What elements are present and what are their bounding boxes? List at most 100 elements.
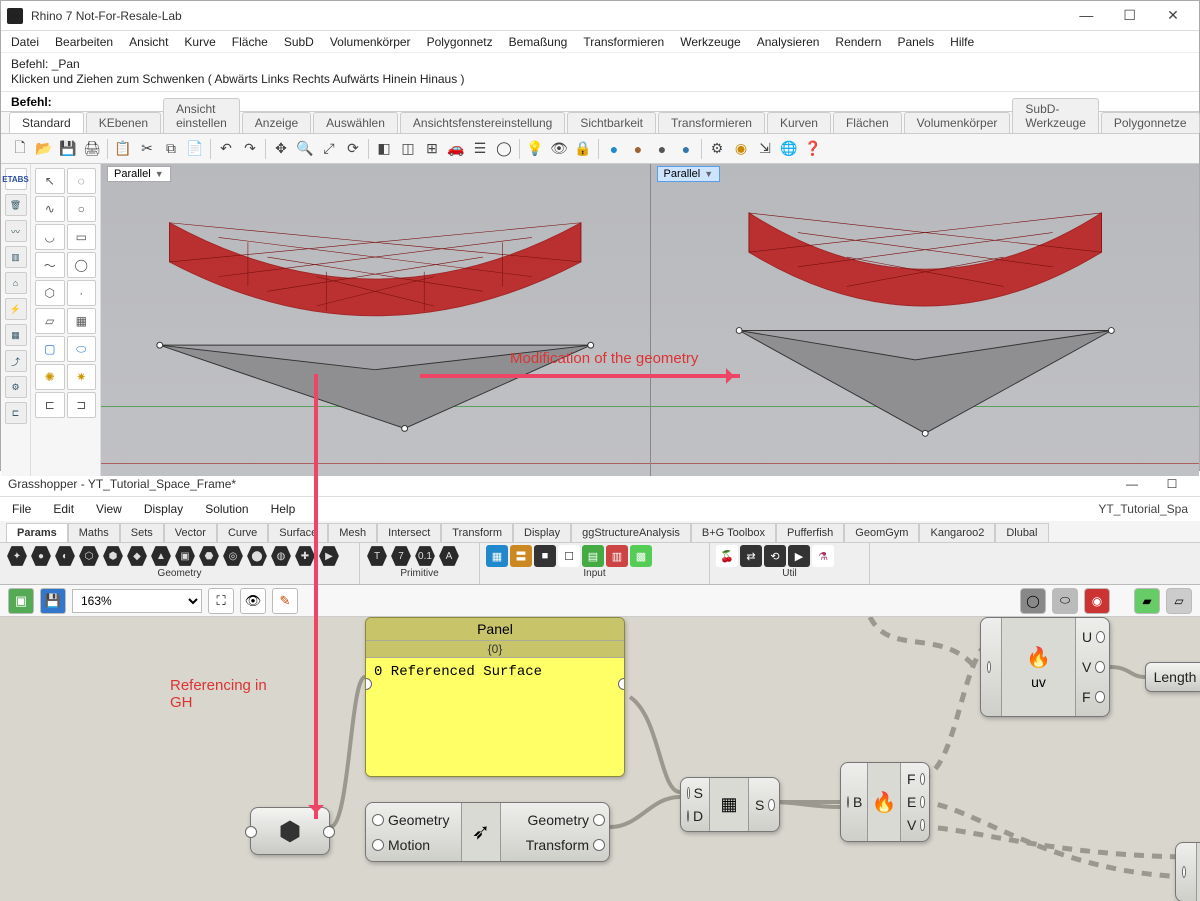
display-shaded-icon[interactable]: ⬭ [1052, 588, 1078, 614]
gh-tab-mesh[interactable]: Mesh [328, 523, 377, 542]
cut-icon[interactable]: ✂ [136, 138, 158, 160]
gh-maximize-button[interactable]: ☐ [1152, 477, 1192, 491]
new-icon[interactable]: 🗋 [9, 138, 31, 160]
brep-out-f[interactable]: F [907, 771, 925, 787]
hex-param-icon[interactable]: ◐ [54, 545, 76, 567]
gear-tool-icon[interactable]: ✺ [35, 364, 65, 390]
menu-polygonnetz[interactable]: Polygonnetz [427, 35, 493, 49]
gear-small-icon[interactable]: ⚙ [5, 376, 27, 398]
uv-out-u[interactable]: U [1082, 629, 1105, 645]
gh-tab-dlubal[interactable]: Dlubal [995, 523, 1048, 542]
hex-param-icon[interactable]: ◍ [270, 545, 292, 567]
options-icon[interactable]: ⚙ [706, 138, 728, 160]
gh-minimize-button[interactable]: — [1112, 477, 1152, 491]
tab-polygonnetze[interactable]: Polygonnetze [1101, 112, 1200, 133]
car-icon[interactable]: 🚗 [445, 138, 467, 160]
hex-param-icon[interactable]: ⬤ [246, 545, 268, 567]
move-out-geometry[interactable]: Geometry [507, 812, 605, 828]
move-in-geometry[interactable]: Geometry [372, 812, 455, 828]
tab-sichtbarkeit[interactable]: Sichtbarkeit [567, 112, 656, 133]
rotate-view-icon[interactable]: ⟳ [342, 138, 364, 160]
divide-surface-component[interactable]: S D ▦ S [680, 777, 780, 832]
bend-icon[interactable]: ⤴ [5, 350, 27, 372]
deconstruct-brep-component[interactable]: B 🔥 F E V [840, 762, 930, 842]
gh-tab-maths[interactable]: Maths [68, 523, 120, 542]
ellipse-icon[interactable]: ◯ [67, 252, 97, 278]
menu-ansicht[interactable]: Ansicht [129, 35, 168, 49]
gh-tab-surface[interactable]: Surface [268, 523, 328, 542]
layer-icon[interactable]: ☰ [469, 138, 491, 160]
doc-icon[interactable]: ▥ [5, 246, 27, 268]
util-icon[interactable]: ▶ [788, 545, 810, 567]
input-icon[interactable]: ▦ [486, 545, 508, 567]
star-tool-icon[interactable]: ✷ [67, 364, 97, 390]
open-icon[interactable]: 📂 [33, 138, 55, 160]
gh-tab-curve[interactable]: Curve [217, 523, 268, 542]
gh-tab-transform[interactable]: Transform [441, 523, 513, 542]
menu-datei[interactable]: Datei [11, 35, 39, 49]
zoom-extents-icon[interactable]: ⤢ [318, 138, 340, 160]
hex-param-icon[interactable]: ● [30, 545, 52, 567]
hex-prim-icon[interactable]: A [438, 545, 460, 567]
gh-tab-kangaroo2[interactable]: Kangaroo2 [919, 523, 995, 542]
cherry-icon[interactable]: 🍒 [716, 545, 738, 567]
brep-out-e[interactable]: E [907, 794, 925, 810]
gh-menu-display[interactable]: Display [144, 502, 183, 516]
hex-prim-icon[interactable]: T [366, 545, 388, 567]
tab-anzeige[interactable]: Anzeige [242, 112, 311, 133]
hex-prim-icon[interactable]: 7 [390, 545, 412, 567]
mesh-icon[interactable]: ▦ [67, 308, 97, 334]
clipboard-icon[interactable]: 📋 [112, 138, 134, 160]
redo-icon[interactable]: ↷ [239, 138, 261, 160]
input-icon[interactable]: ■ [534, 545, 556, 567]
shade-sphere-icon[interactable]: ● [651, 138, 673, 160]
menu-werkzeuge[interactable]: Werkzeuge [680, 35, 740, 49]
gh-zoom-select[interactable]: 163% [72, 589, 202, 613]
lasso-icon[interactable]: ◌ [67, 168, 97, 194]
ds-in-s[interactable]: S [687, 785, 703, 801]
pointer-icon[interactable]: ↖ [35, 168, 65, 194]
material-sphere-icon[interactable]: ● [627, 138, 649, 160]
move-in-motion[interactable]: Motion [372, 837, 455, 853]
input-icon[interactable]: ▤ [582, 545, 604, 567]
brep-out-v[interactable]: V [907, 817, 925, 833]
grasshopper-icon[interactable]: ◉ [730, 138, 752, 160]
copy-icon[interactable]: ⧉ [160, 138, 182, 160]
help-icon[interactable]: ❓ [802, 138, 824, 160]
menu-panels[interactable]: Panels [897, 35, 934, 49]
gh-zoomfit-icon[interactable]: ⛶ [208, 588, 234, 614]
gh-save-icon[interactable]: 💾 [40, 588, 66, 614]
hex-param-icon[interactable]: ▶ [318, 545, 340, 567]
rect-icon[interactable]: ▭ [67, 224, 97, 250]
uv-out-v[interactable]: V [1082, 659, 1105, 675]
hex-param-icon[interactable]: ◆ [126, 545, 148, 567]
gh-preview-icon[interactable]: 👁 [240, 588, 266, 614]
gh-menu-edit[interactable]: Edit [53, 502, 74, 516]
menu-subd[interactable]: SubD [284, 35, 314, 49]
polygon-icon[interactable]: ⬡ [35, 280, 65, 306]
tab-flaechen[interactable]: Flächen [833, 112, 902, 133]
display-render-icon[interactable]: ◉ [1084, 588, 1110, 614]
properties-icon[interactable]: ◯ [493, 138, 515, 160]
panel-node[interactable]: Panel {0} 0 Referenced Surface [365, 617, 625, 777]
arc-icon[interactable]: ◡ [35, 224, 65, 250]
uv-out-f[interactable]: F [1082, 689, 1105, 705]
menu-analysieren[interactable]: Analysieren [757, 35, 820, 49]
recycle-icon[interactable]: 🗑 [5, 194, 27, 216]
hex-param-icon[interactable]: ✚ [294, 545, 316, 567]
render-sphere-icon[interactable]: ● [603, 138, 625, 160]
wave-icon[interactable]: 〰 [5, 220, 27, 242]
menu-volumenkoerper[interactable]: Volumenkörper [330, 35, 411, 49]
display-wire-icon[interactable]: ◯ [1020, 588, 1046, 614]
input-icon[interactable]: ▩ [630, 545, 652, 567]
named-view-icon[interactable]: ◫ [397, 138, 419, 160]
tab-kurven[interactable]: Kurven [767, 112, 831, 133]
circle-icon[interactable]: ○ [67, 196, 97, 222]
tab-standard[interactable]: Standard [9, 112, 84, 133]
tab-ansicht-einstellen[interactable]: Ansicht einstellen [163, 98, 240, 133]
menu-hilfe[interactable]: Hilfe [950, 35, 974, 49]
uv-in[interactable] [987, 661, 995, 673]
gh-menu-view[interactable]: View [96, 502, 122, 516]
gh-tab-sets[interactable]: Sets [120, 523, 164, 542]
tab-volumenkoerper[interactable]: Volumenkörper [904, 112, 1011, 133]
